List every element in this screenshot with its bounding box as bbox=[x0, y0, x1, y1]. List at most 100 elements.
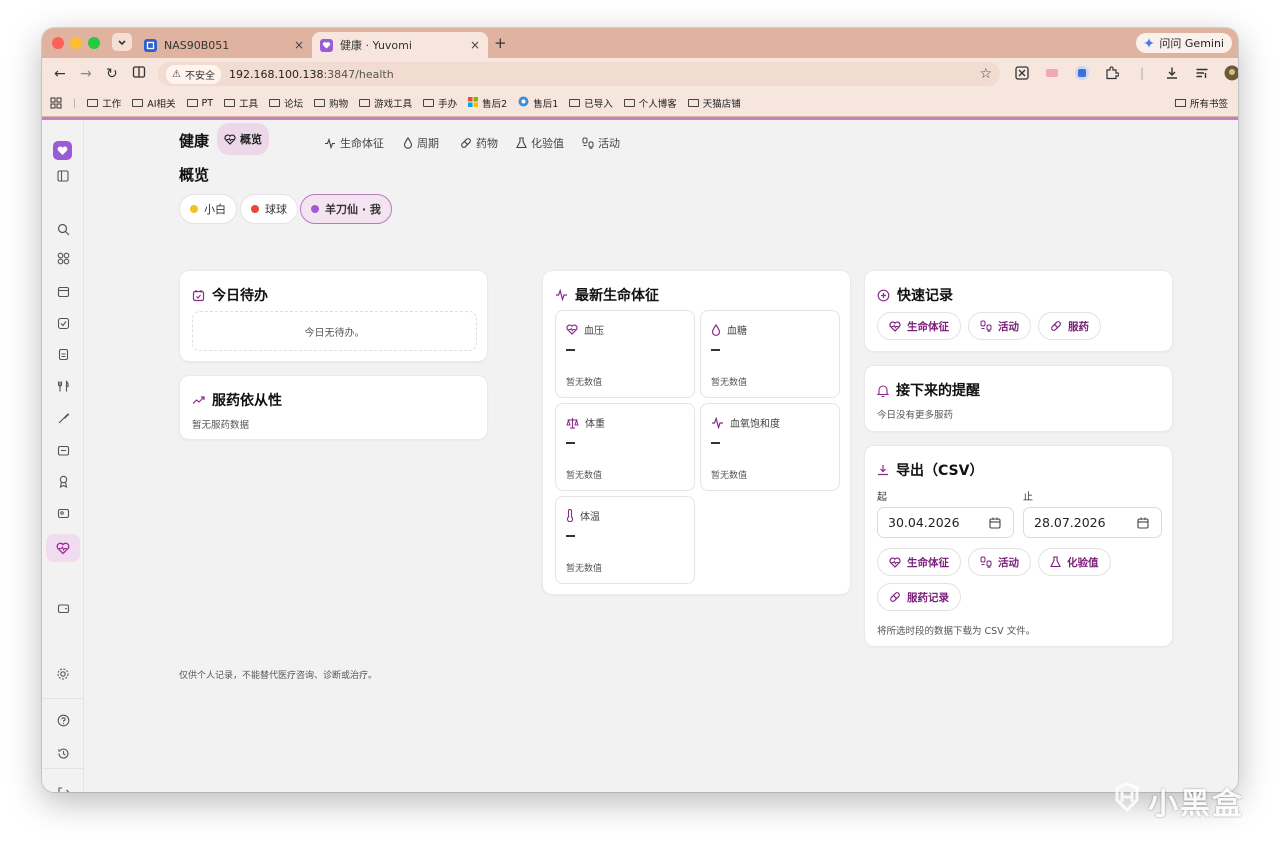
recipes-utensils-icon[interactable] bbox=[53, 376, 73, 396]
tab-activity[interactable]: 活动 bbox=[582, 131, 620, 155]
export-lab-values-button[interactable]: 化验值 bbox=[1038, 548, 1111, 576]
calendar-icon[interactable] bbox=[53, 281, 73, 301]
search-icon[interactable] bbox=[53, 219, 73, 239]
vital-weight[interactable]: 体重 暂无数值 bbox=[555, 403, 695, 491]
contacts-card-icon[interactable] bbox=[53, 503, 73, 523]
logout-icon[interactable] bbox=[53, 782, 73, 792]
notes-document-icon[interactable] bbox=[53, 344, 73, 364]
person-name: 羊刀仙 · 我 bbox=[325, 203, 381, 216]
app-logo[interactable] bbox=[53, 141, 72, 160]
download-icon[interactable] bbox=[1164, 65, 1180, 81]
new-tab-button[interactable]: + bbox=[494, 34, 507, 52]
tab-cycle[interactable]: 周期 bbox=[403, 131, 439, 155]
bookmark-label: 工作 bbox=[102, 99, 122, 110]
vital-blood-pressure[interactable]: 血压 暂无数值 bbox=[555, 310, 695, 398]
help-circle-icon[interactable] bbox=[53, 710, 73, 730]
from-date-input[interactable]: 30.04.2026 bbox=[877, 507, 1014, 538]
close-tab-icon[interactable]: × bbox=[470, 38, 480, 52]
person-chip-xiaobai[interactable]: 小白 bbox=[179, 194, 237, 224]
export-vitals-button[interactable]: 生命体征 bbox=[877, 548, 961, 576]
tab-lab-values[interactable]: 化验值 bbox=[516, 131, 564, 155]
tab-overview[interactable]: 概览 bbox=[217, 123, 269, 155]
extension-x-icon[interactable] bbox=[1014, 65, 1030, 81]
close-window-button[interactable] bbox=[52, 37, 64, 49]
minimize-window-button[interactable] bbox=[70, 37, 82, 49]
vital-oxygen-saturation[interactable]: 血氧饱和度 暂无数值 bbox=[700, 403, 840, 491]
settings-gear-icon[interactable] bbox=[53, 664, 73, 684]
bookmark-star-icon[interactable]: ☆ bbox=[979, 66, 992, 82]
vital-value-empty bbox=[711, 349, 720, 351]
address-bar[interactable]: ⚠ 不安全 192.168.100.138 :3847/health ☆ bbox=[158, 62, 1000, 86]
extension-pink-icon[interactable] bbox=[1044, 65, 1060, 81]
security-indicator[interactable]: ⚠ 不安全 bbox=[166, 64, 221, 84]
bookmark-folder[interactable]: 天猫店铺 bbox=[687, 96, 741, 110]
history-icon[interactable] bbox=[53, 743, 73, 763]
profile-avatar[interactable] bbox=[1224, 65, 1238, 81]
bookmark-folder[interactable]: 已导入 bbox=[569, 96, 613, 110]
maximize-window-button[interactable] bbox=[88, 37, 100, 49]
export-activity-button[interactable]: 活动 bbox=[968, 548, 1031, 576]
activity-pulse-icon bbox=[555, 289, 568, 301]
tools-brush-icon[interactable] bbox=[53, 408, 73, 428]
extension-blue-icon[interactable] bbox=[1074, 65, 1090, 81]
back-arrow-icon[interactable]: ← bbox=[54, 66, 66, 82]
tab-vitals[interactable]: 生命体征 bbox=[324, 131, 384, 155]
gemini-sparkle-icon bbox=[1144, 38, 1155, 48]
bookmark-folder[interactable]: 游戏工具 bbox=[359, 96, 412, 110]
bookmark-folder[interactable]: 工作 bbox=[87, 96, 121, 110]
bookmark-label: 工具 bbox=[239, 99, 259, 110]
split-view-icon[interactable] bbox=[132, 65, 146, 83]
quick-record-activity-button[interactable]: 活动 bbox=[968, 312, 1031, 340]
bookmark-folder[interactable]: AI相关 bbox=[132, 96, 176, 110]
export-medication-log-button[interactable]: 服药记录 bbox=[877, 583, 961, 611]
award-ribbon-icon[interactable] bbox=[53, 471, 73, 491]
reading-list-icon[interactable] bbox=[1194, 65, 1210, 81]
ask-gemini-button[interactable]: 问问 Gemini bbox=[1136, 33, 1232, 53]
tab-search-button[interactable] bbox=[112, 33, 132, 51]
heart-pulse-icon bbox=[566, 324, 578, 335]
quick-record-medication-button[interactable]: 服药 bbox=[1038, 312, 1101, 340]
reload-icon[interactable]: ↻ bbox=[106, 66, 118, 82]
wallet-icon[interactable] bbox=[53, 598, 73, 618]
vital-body-temperature[interactable]: 体温 暂无数值 bbox=[555, 496, 695, 584]
tab-bar: NAS90B051 × 健康 · Yuvomi × + 问问 Gemini bbox=[42, 28, 1238, 58]
close-tab-icon[interactable]: × bbox=[294, 38, 304, 52]
bookmark-link[interactable]: 售后2 bbox=[468, 96, 507, 110]
person-chip-me[interactable]: 羊刀仙 · 我 bbox=[300, 194, 392, 224]
tasks-check-icon[interactable] bbox=[53, 313, 73, 333]
forward-arrow-icon[interactable]: → bbox=[80, 66, 92, 82]
browser-tab-nas[interactable]: NAS90B051 × bbox=[136, 32, 312, 58]
calendar-icon[interactable] bbox=[989, 517, 1001, 532]
vital-label: 血氧饱和度 bbox=[711, 415, 780, 430]
bookmark-folder[interactable]: PT bbox=[186, 98, 213, 109]
calendar-icon[interactable] bbox=[1137, 517, 1149, 532]
url-host: 192.168.100.138 bbox=[228, 67, 324, 81]
person-chip-qiuqiu[interactable]: 球球 bbox=[240, 194, 298, 224]
bookmark-folder[interactable]: 购物 bbox=[314, 96, 348, 110]
dashboard-grid-icon[interactable] bbox=[53, 248, 73, 268]
bookmark-folder[interactable]: 论坛 bbox=[269, 96, 303, 110]
bookmark-folder[interactable]: 工具 bbox=[224, 96, 258, 110]
tab-label: 化验值 bbox=[531, 137, 564, 150]
sidebar-divider bbox=[42, 768, 84, 769]
vital-value-empty bbox=[566, 349, 575, 351]
pill-icon bbox=[889, 591, 901, 603]
bookmark-label: 售后2 bbox=[482, 99, 508, 110]
bookmark-folder[interactable]: 个人博客 bbox=[623, 96, 677, 110]
quick-record-vitals-button[interactable]: 生命体征 bbox=[877, 312, 961, 340]
vital-blood-sugar[interactable]: 血糖 暂无数值 bbox=[700, 310, 840, 398]
to-date-input[interactable]: 28.07.2026 bbox=[1023, 507, 1162, 538]
folder-icon[interactable] bbox=[53, 440, 73, 460]
sidebar-toggle-icon[interactable] bbox=[53, 166, 73, 186]
browser-tab-health[interactable]: 健康 · Yuvomi × bbox=[312, 32, 488, 58]
bell-icon bbox=[877, 384, 889, 397]
bookmark-link[interactable]: 售后1 bbox=[518, 96, 558, 110]
button-label: 服药记录 bbox=[907, 591, 949, 604]
health-heart-icon[interactable] bbox=[53, 538, 73, 558]
bookmark-folder[interactable]: 手办 bbox=[423, 96, 457, 110]
extensions-puzzle-icon[interactable] bbox=[1104, 65, 1120, 81]
tab-medications[interactable]: 药物 bbox=[460, 131, 498, 155]
bookmarks-bar: | 工作 AI相关 PT 工具 论坛 购物 游戏工具 手办 售后2 售后1 已导… bbox=[42, 90, 1238, 116]
all-bookmarks-button[interactable]: 所有书签 bbox=[1174, 96, 1228, 110]
apps-grid-icon[interactable] bbox=[50, 97, 62, 109]
